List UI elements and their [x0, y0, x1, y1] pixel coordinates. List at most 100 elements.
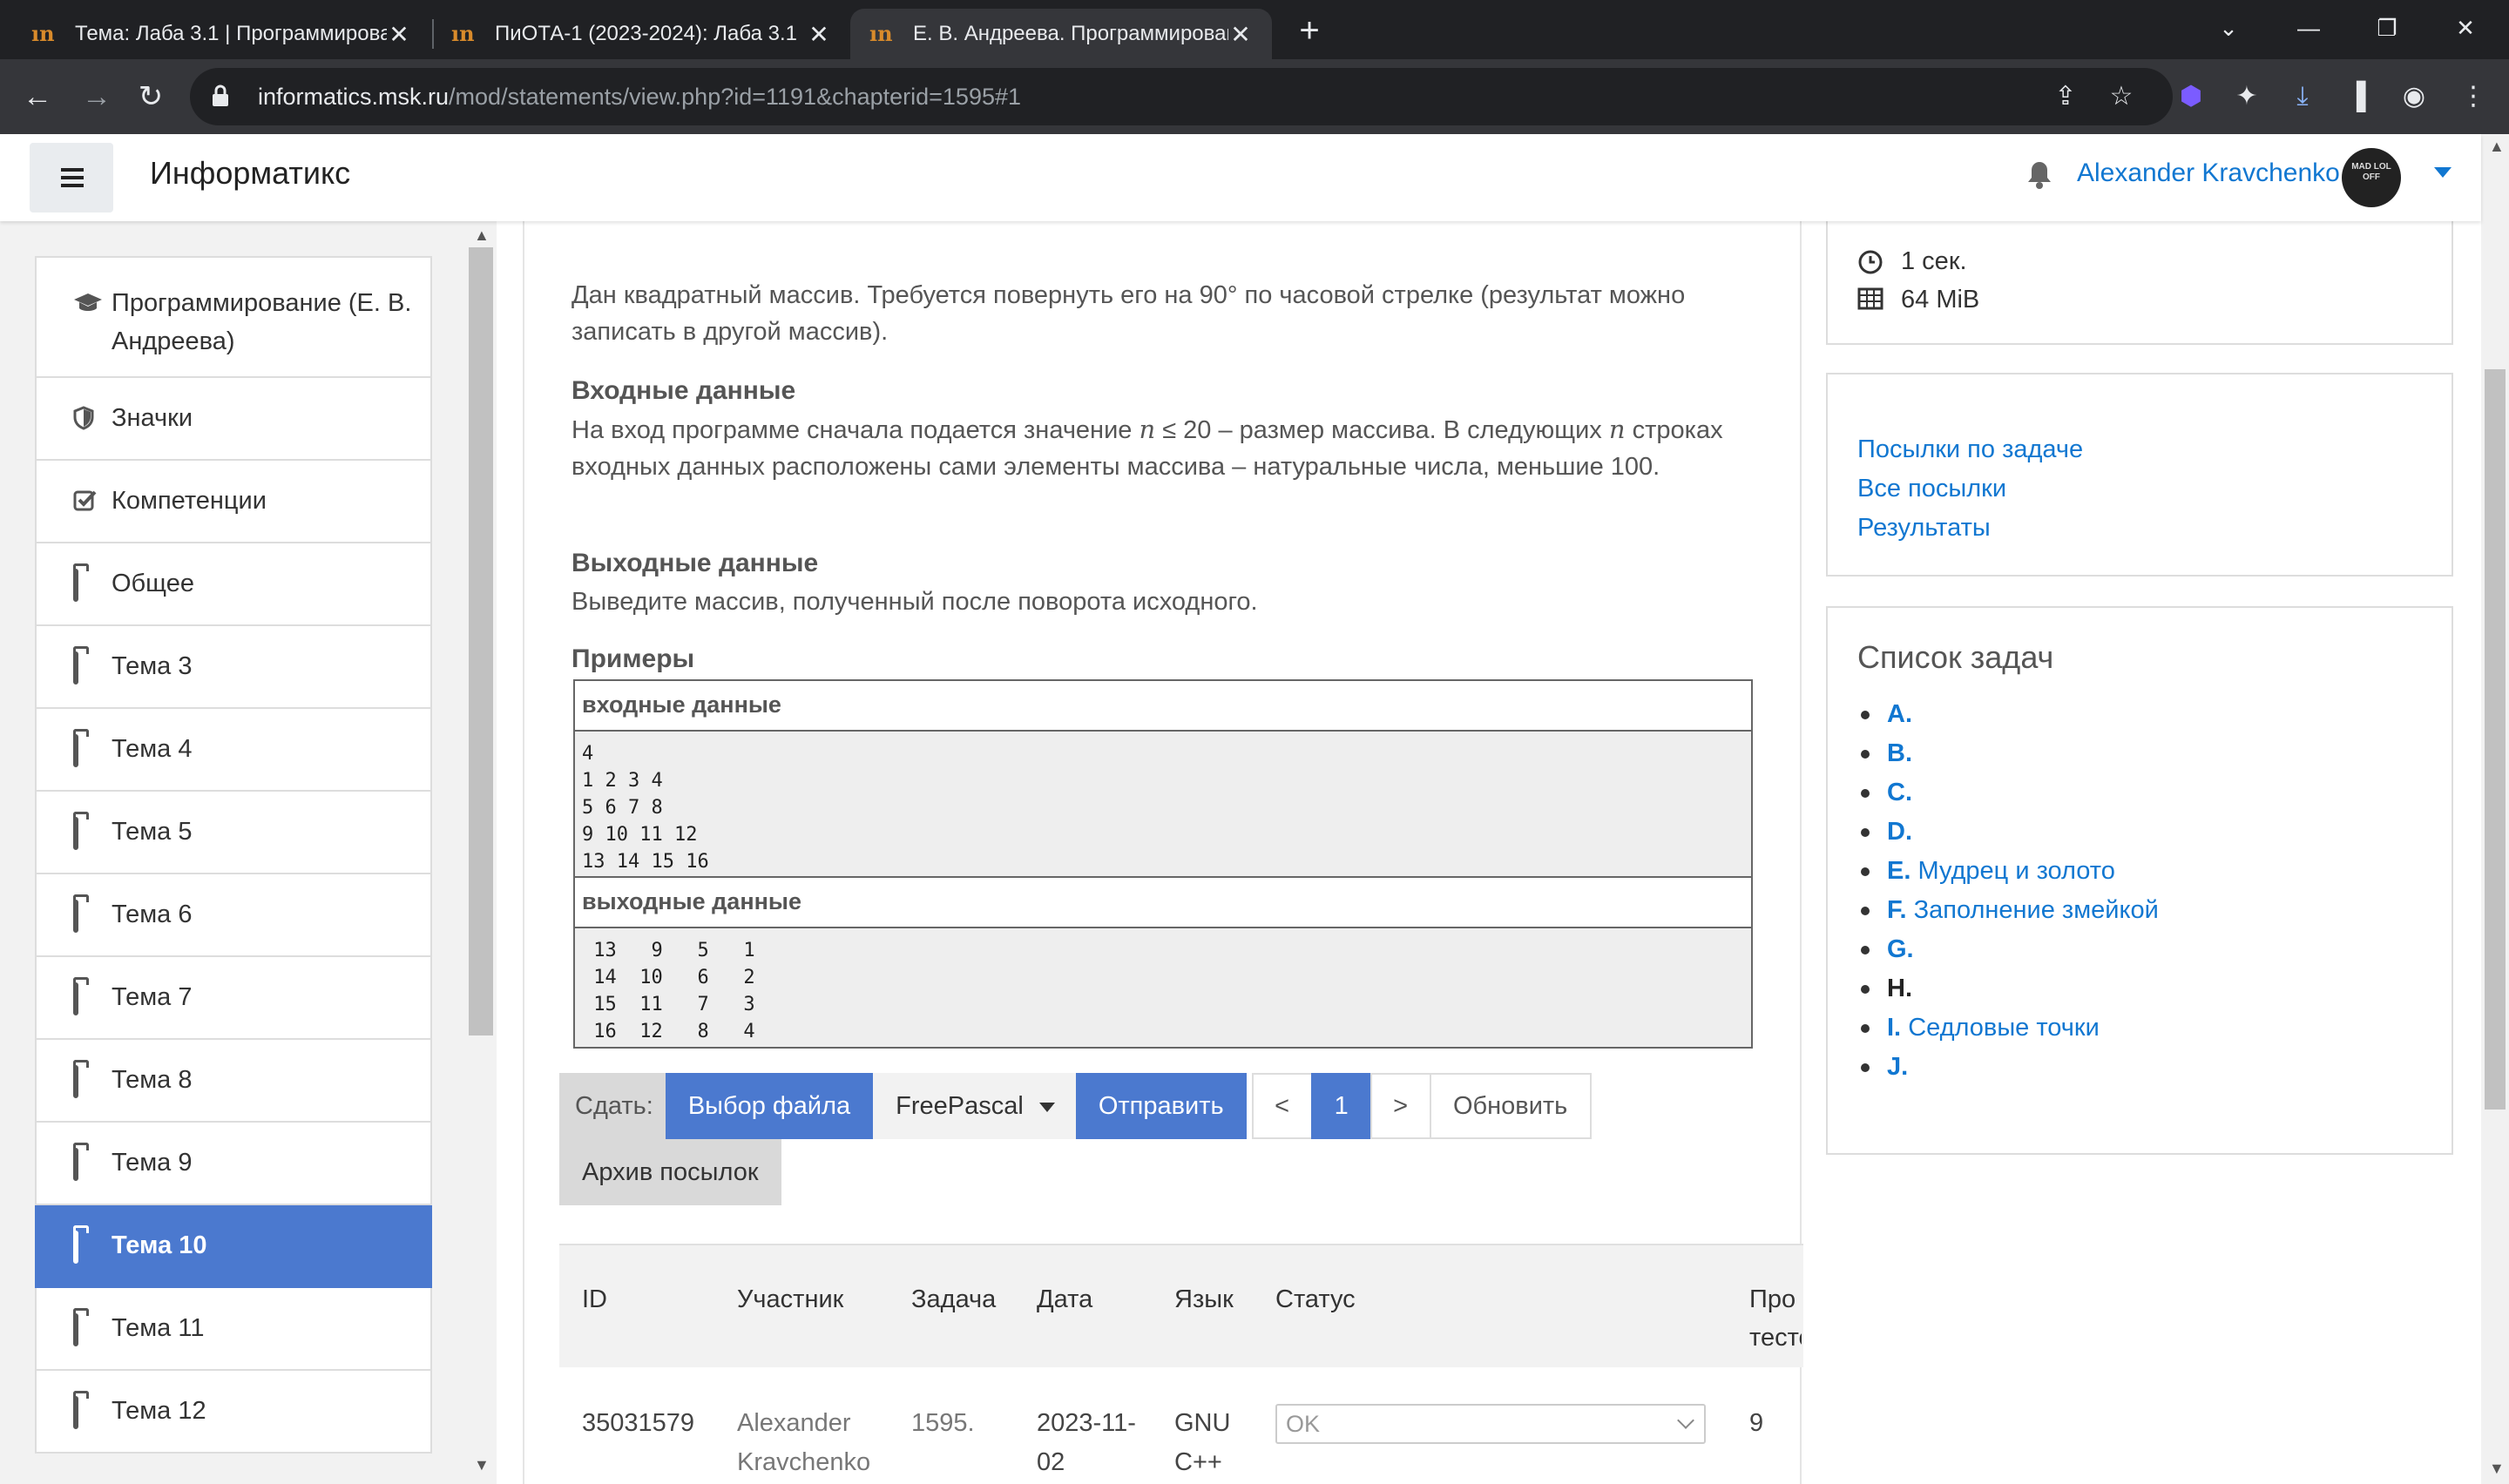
pager-next-button[interactable]: >: [1369, 1073, 1431, 1139]
choose-file-button[interactable]: Выбор файла: [665, 1073, 874, 1139]
chevron-down-icon[interactable]: [2434, 167, 2452, 178]
archive-button[interactable]: Архив посылок: [559, 1139, 781, 1205]
task-list-item[interactable]: E. Мудрец и золото: [1857, 852, 2452, 891]
folder-icon: [73, 1147, 99, 1181]
kebab-menu-icon[interactable]: ⋮: [2453, 77, 2493, 117]
task-list-item[interactable]: B.: [1857, 734, 2452, 773]
drawer-item-topic-11[interactable]: Тема 11: [35, 1288, 432, 1371]
submit-label: Сдать:: [559, 1073, 666, 1139]
download-icon[interactable]: ⤓: [2282, 77, 2323, 117]
close-icon[interactable]: ✕: [807, 20, 831, 49]
scroll-up-icon[interactable]: ▲: [2489, 138, 2505, 156]
puzzle-extensions-icon[interactable]: ✦: [2227, 77, 2267, 117]
drawer-item-topic-5[interactable]: Тема 5: [35, 792, 432, 874]
caret-down-icon: [1038, 1103, 1055, 1112]
star-bookmark-icon[interactable]: ☆: [2101, 77, 2141, 117]
drawer-item-topic-7[interactable]: Тема 7: [35, 957, 432, 1040]
close-window-button[interactable]: ✕: [2439, 9, 2492, 47]
cell-participant[interactable]: Alexander Kravchenko: [737, 1404, 894, 1482]
scroll-up-icon[interactable]: ▲: [474, 226, 490, 245]
browser-tab-1[interactable]: ın Тема: Лаба 3.1 | Программирование ✕: [12, 9, 430, 59]
browser-tab-2[interactable]: ın ПиОТА-1 (2023-2024): Лаба 3.1 ✕: [432, 9, 850, 59]
examples-title: Примеры: [571, 644, 695, 673]
browser-tab-3-active[interactable]: ın Е. В. Андреева. Программирование ✕: [850, 9, 1272, 59]
cell-date: 2023-11-02 18:06:56: [1037, 1409, 1136, 1476]
drawer-item-topic-12[interactable]: Тема 12: [35, 1371, 432, 1454]
drawer-item-topic-10[interactable]: Тема 10: [35, 1205, 432, 1288]
page-viewport: Информатикс Alexander Kravchenko MAD LOL…: [0, 134, 2509, 1484]
url-host: informatics.msk.ru: [258, 83, 450, 110]
back-arrow-icon[interactable]: ←: [16, 75, 59, 118]
language-select[interactable]: FreePascal: [873, 1073, 1076, 1139]
hamburger-menu-button[interactable]: [30, 143, 113, 212]
pager-page-button[interactable]: 1: [1310, 1073, 1372, 1139]
browser-tab-bar: ın Тема: Лаба 3.1 | Программирование ✕ ı…: [0, 0, 2509, 59]
drawer-item-topic-9[interactable]: Тема 9: [35, 1123, 432, 1205]
bell-notification-icon[interactable]: [2026, 160, 2058, 195]
scrollbar-thumb[interactable]: [2485, 369, 2506, 1110]
tab-search-icon[interactable]: ⌄: [2202, 9, 2255, 47]
memory-limit-value: 64 MiB: [1901, 286, 1980, 314]
scroll-down-icon[interactable]: ▼: [474, 1456, 490, 1474]
task-list-item[interactable]: J.: [1857, 1048, 2452, 1087]
examples-input: 4 1 2 3 4 5 6 7 8 9 10 11 12 13 14 15 16: [575, 732, 1751, 878]
limits-block: 1 сек. 64 MiB: [1826, 212, 2453, 345]
drawer-item-label: Тема 11: [112, 1314, 205, 1342]
all-submissions-link[interactable]: Все посылки: [1857, 469, 2452, 509]
input-description: На вход программе сначала подается значе…: [571, 415, 1723, 481]
drawer-item-competencies[interactable]: Компетенции: [35, 461, 432, 543]
task-submissions-link[interactable]: Посылки по задаче: [1857, 430, 2452, 469]
site-favicon-icon: ın: [31, 21, 55, 46]
share-icon[interactable]: ⇪: [2046, 77, 2086, 117]
reload-icon[interactable]: ↻: [129, 75, 172, 118]
drawer-nav-list: Программирование (Е. В. Андреева) Значки…: [35, 256, 432, 1454]
address-bar[interactable]: informatics.msk.ru/mod/statements/view.p…: [190, 68, 2173, 125]
drawer-item-label: Тема 7: [112, 983, 193, 1011]
task-list-block: Список задач A. B. C. D. E. Мудрец и зол…: [1826, 606, 2453, 1155]
avatar[interactable]: MAD LOL OFF: [2342, 148, 2401, 207]
right-sidebar: 1 сек. 64 MiB Посылки по задаче Все посы…: [1826, 212, 2453, 1484]
site-favicon-icon: ın: [451, 21, 475, 46]
task-list-item[interactable]: D.: [1857, 813, 2452, 852]
time-limit: 1 сек.: [1857, 247, 1967, 276]
table-grid-icon: [1857, 287, 1883, 314]
examples-output: 13 9 5 1 14 10 6 2 15 11 7 3 16 12 8 4: [575, 928, 1751, 1047]
task-list-item[interactable]: G.: [1857, 930, 2452, 969]
pager-prev-button[interactable]: <: [1251, 1073, 1313, 1139]
task-list-item[interactable]: A.: [1857, 695, 2452, 734]
scrollbar-thumb[interactable]: [469, 247, 493, 1035]
new-tab-button[interactable]: +: [1288, 9, 1331, 52]
tab-title: Е. В. Андреева. Программирование: [913, 22, 1228, 45]
status-select[interactable]: OK: [1275, 1404, 1706, 1444]
extension-shield-icon[interactable]: ⬢: [2171, 77, 2211, 117]
drawer-item-general[interactable]: Общее: [35, 543, 432, 626]
close-icon[interactable]: ✕: [1228, 20, 1253, 49]
tab-title: ПиОТА-1 (2023-2024): Лаба 3.1: [495, 22, 797, 45]
drawer-item-topic-8[interactable]: Тема 8: [35, 1040, 432, 1123]
page-scrollbar[interactable]: ▲ ▼: [2481, 134, 2509, 1484]
minimize-button[interactable]: —: [2282, 9, 2335, 47]
restore-button[interactable]: ❐: [2361, 9, 2413, 47]
cell-run-id[interactable]: 35031579: [582, 1404, 694, 1443]
user-name-link[interactable]: Alexander Kravchenko: [2077, 159, 2340, 188]
task-list-item[interactable]: F. Заполнение змейкой: [1857, 891, 2452, 930]
forward-arrow-icon[interactable]: →: [75, 75, 118, 118]
cell-task[interactable]: 1595.: [911, 1404, 975, 1443]
drawer-scrollbar[interactable]: ▲ ▼: [467, 221, 495, 1484]
drawer-item-topic-3[interactable]: Тема 3: [35, 626, 432, 709]
drawer-item-course[interactable]: Программирование (Е. В. Андреева): [35, 256, 432, 378]
drawer-item-topic-6[interactable]: Тема 6: [35, 874, 432, 957]
profile-avatar-icon[interactable]: ◉: [2394, 77, 2434, 117]
drawer-item-topic-4[interactable]: Тема 4: [35, 709, 432, 792]
send-button[interactable]: Отправить: [1075, 1073, 1247, 1139]
results-link[interactable]: Результаты: [1857, 509, 2452, 548]
close-icon[interactable]: ✕: [387, 20, 411, 49]
side-panel-icon[interactable]: ▐: [2337, 77, 2377, 117]
drawer-item-badges[interactable]: Значки: [35, 378, 432, 461]
folder-icon: [73, 899, 99, 933]
refresh-button[interactable]: Обновить: [1429, 1073, 1592, 1139]
task-list-item[interactable]: C.: [1857, 773, 2452, 813]
scroll-down-icon[interactable]: ▼: [2489, 1460, 2505, 1478]
site-brand[interactable]: Информатикс: [150, 155, 350, 192]
task-list-item[interactable]: I. Седловые точки: [1857, 1008, 2452, 1048]
